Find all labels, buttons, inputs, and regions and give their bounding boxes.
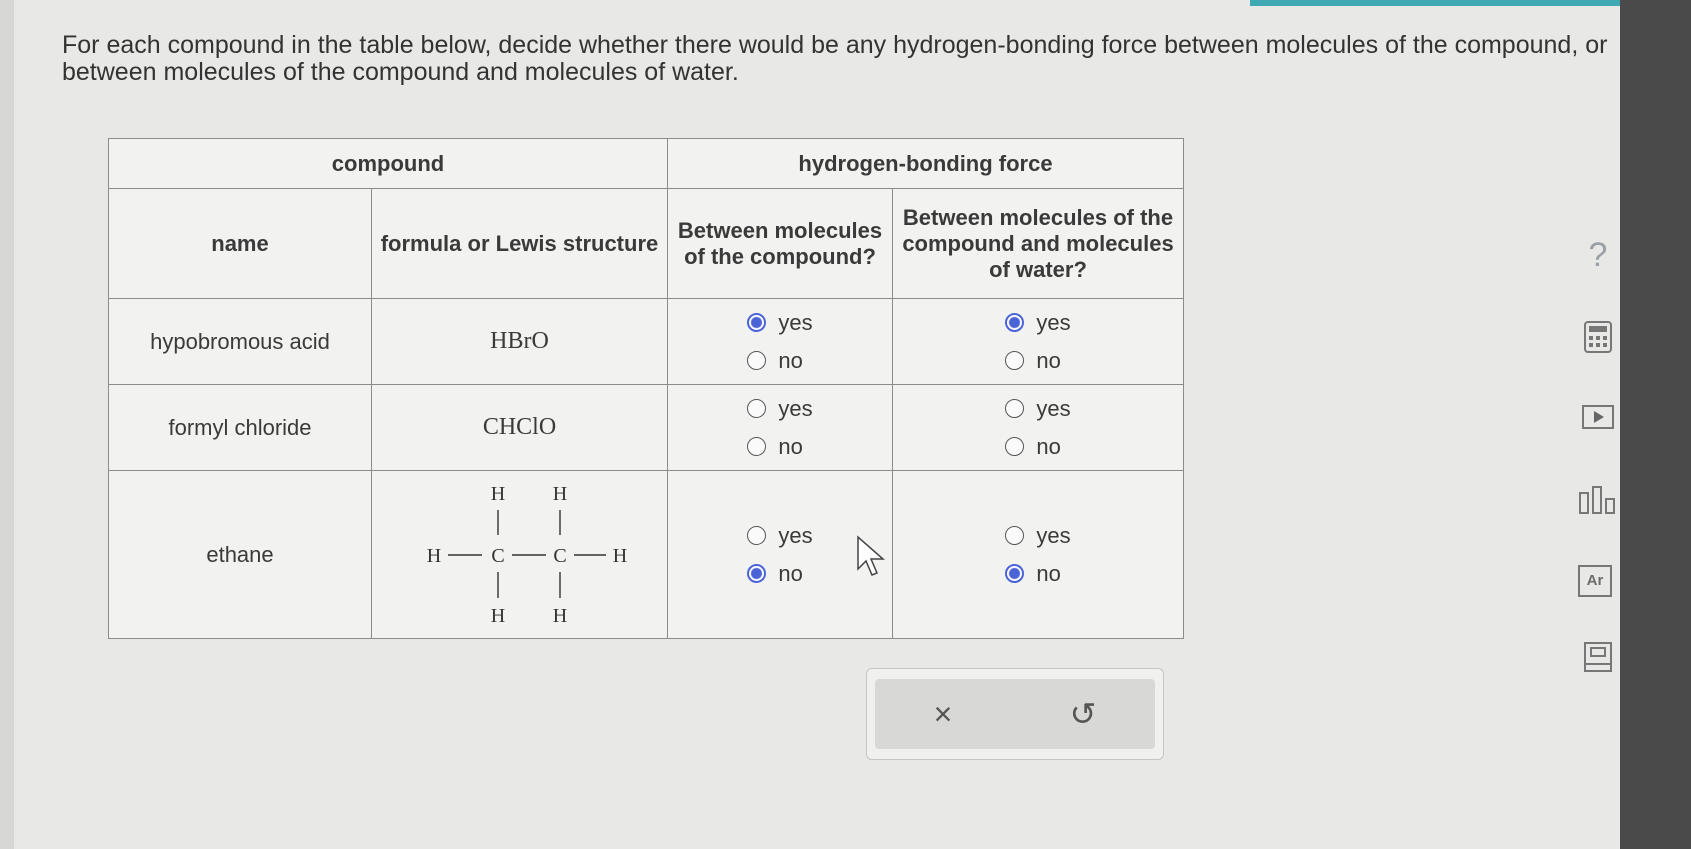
right-edge-panel xyxy=(1620,0,1691,849)
radio-option-yes[interactable]: yes xyxy=(747,390,813,428)
atom-label: H xyxy=(552,483,566,505)
radio-button[interactable] xyxy=(1005,437,1025,456)
atom-label: H xyxy=(490,483,504,505)
compound-formula: CHClO xyxy=(371,384,668,471)
mouse-cursor-icon xyxy=(857,535,885,576)
radio-button[interactable] xyxy=(747,351,767,370)
radio-option-yes[interactable]: yes xyxy=(1005,517,1071,555)
question-prompt: For each compound in the table below, de… xyxy=(62,31,1608,86)
radio-option-no[interactable]: no xyxy=(747,428,812,466)
radio-option-no[interactable]: no xyxy=(1005,428,1070,466)
lewis-structure: H H H C C H H H xyxy=(426,483,626,627)
radio-option-no[interactable]: no xyxy=(747,342,812,380)
answer-cell: yes no xyxy=(667,298,893,385)
atom-label: H xyxy=(612,545,626,567)
atom-label: H xyxy=(426,545,440,567)
col-header-between-compound: Between molecules of the compound? xyxy=(667,188,893,299)
compound-name: formyl chloride xyxy=(108,384,372,471)
lewis-structure-cell: H H H C C H H H xyxy=(371,470,668,639)
radio-button[interactable] xyxy=(747,564,767,583)
reference-icon[interactable] xyxy=(1578,640,1618,680)
radio-button[interactable] xyxy=(747,399,767,418)
video-icon[interactable] xyxy=(1578,404,1618,436)
radio-button[interactable] xyxy=(747,526,767,545)
radio-option-yes[interactable]: yes xyxy=(747,517,813,555)
radio-button[interactable] xyxy=(747,437,767,456)
compound-name: hypobromous acid xyxy=(108,298,372,385)
radio-option-yes[interactable]: yes xyxy=(747,304,813,342)
radio-button[interactable] xyxy=(1005,526,1025,545)
answer-actions: × ↺ xyxy=(866,668,1164,760)
table-row: formyl chloride CHClO yes no yes no xyxy=(108,384,1184,471)
answer-cell: yes no xyxy=(667,384,893,471)
radio-option-no[interactable]: no xyxy=(1005,555,1070,593)
col-header-formula: formula or Lewis structure xyxy=(371,188,668,299)
page-edge xyxy=(0,0,14,849)
radio-button[interactable] xyxy=(747,313,767,332)
radio-option-yes[interactable]: yes xyxy=(1005,390,1071,428)
clear-button[interactable]: × xyxy=(934,696,953,733)
compound-formula: HBrO xyxy=(371,298,668,385)
hydrogen-bonding-table: compound hydrogen-bonding force name for… xyxy=(108,138,1184,639)
col-header-name: name xyxy=(108,188,372,299)
radio-button[interactable] xyxy=(1005,399,1025,418)
calculator-icon[interactable] xyxy=(1578,320,1618,360)
radio-option-no[interactable]: no xyxy=(747,555,812,593)
table-row: ethane H H H C C H H H yes no yes no xyxy=(108,470,1184,639)
radio-button[interactable] xyxy=(1005,564,1025,583)
compound-name: ethane xyxy=(108,470,372,639)
answer-cell: yes no xyxy=(892,298,1184,385)
help-icon[interactable]: ? xyxy=(1578,236,1618,275)
group-header-compound: compound xyxy=(108,138,668,189)
col-header-between-water: Between molecules of the compound and mo… xyxy=(892,188,1184,299)
chart-icon[interactable] xyxy=(1578,485,1618,521)
atom-label: C xyxy=(553,545,566,567)
group-header-hbond: hydrogen-bonding force xyxy=(667,138,1184,189)
undo-button[interactable]: ↺ xyxy=(1070,695,1097,733)
radio-button[interactable] xyxy=(1005,351,1025,370)
radio-option-yes[interactable]: yes xyxy=(1005,304,1071,342)
radio-button[interactable] xyxy=(1005,313,1025,332)
atom-label: C xyxy=(491,545,504,567)
radio-option-no[interactable]: no xyxy=(1005,342,1070,380)
answer-cell: yes no xyxy=(892,384,1184,471)
periodic-table-button[interactable]: Ar xyxy=(1578,565,1612,597)
answer-cell: yes no xyxy=(892,470,1184,639)
table-row: hypobromous acid HBrO yes no yes no xyxy=(108,298,1184,385)
atom-label: H xyxy=(552,605,566,627)
atom-label: H xyxy=(490,605,504,627)
